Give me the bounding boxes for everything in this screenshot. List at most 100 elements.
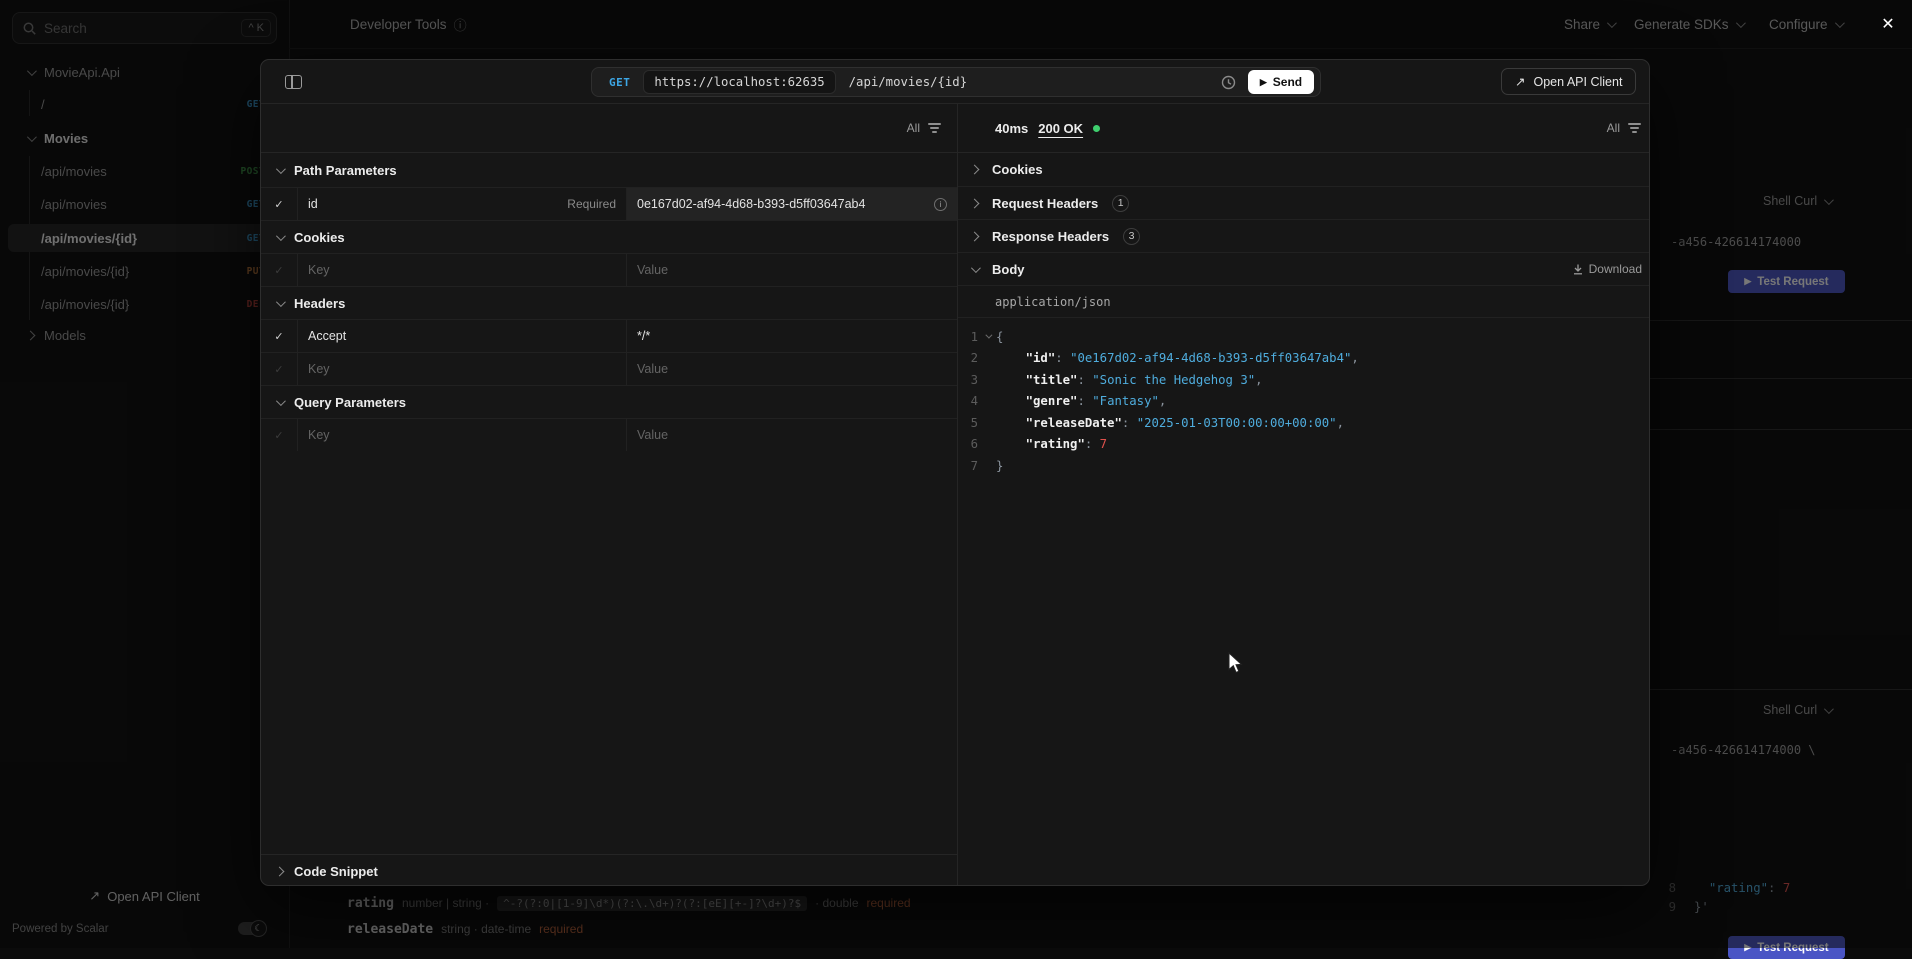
param-row-id: ✓ id Required 0e167d02-af94-4d68-b393-d5… [261, 187, 957, 220]
section-cookies[interactable]: Cookies [261, 220, 957, 253]
param-value-cell[interactable]: Value [626, 419, 957, 451]
response-body-code: 1{2 "id": "0e167d02-af94-4d68-b393-d5ff0… [958, 326, 1650, 477]
status-badge[interactable]: 200 OK [1038, 121, 1083, 136]
content-type-label: application/json [958, 285, 1650, 318]
filter-icon [1628, 123, 1641, 133]
param-value-cell[interactable]: Value [626, 254, 957, 286]
param-key-cell[interactable]: Key [297, 353, 626, 385]
section-response-headers[interactable]: Response Headers 3 [958, 219, 1650, 252]
chevron-down-icon [276, 297, 286, 307]
key-placeholder: Key [308, 428, 330, 442]
param-value-cell[interactable]: Value [626, 353, 957, 385]
section-title: Path Parameters [294, 163, 397, 178]
base-url-field[interactable]: https://localhost:62635 [643, 70, 835, 94]
value-placeholder: Value [637, 428, 668, 442]
request-pane: All Path Parameters ✓ id Required 0e167d… [261, 104, 957, 886]
chevron-right-icon [970, 165, 980, 175]
open-api-client-button[interactable]: ↗ Open API Client [1501, 68, 1636, 95]
section-query-parameters[interactable]: Query Parameters [261, 385, 957, 418]
chevron-down-icon [276, 396, 286, 406]
section-headers[interactable]: Headers [261, 286, 957, 319]
chevron-down-icon [276, 231, 286, 241]
param-row-empty: ✓ Key Value [261, 253, 957, 286]
chevron-right-icon [970, 198, 980, 208]
section-title: Query Parameters [294, 395, 406, 410]
path-field[interactable]: /api/movies/{id} [849, 75, 967, 89]
fold-chevron-icon[interactable] [978, 334, 996, 339]
key-placeholder: Key [308, 263, 330, 277]
section-code-snippet[interactable]: Code Snippet [261, 854, 957, 886]
api-client-modal: GET https://localhost:62635 /api/movies/… [260, 59, 1650, 886]
request-filter[interactable]: All [261, 104, 957, 153]
download-button[interactable]: Download [1573, 262, 1650, 276]
section-path-parameters[interactable]: Path Parameters [261, 154, 957, 187]
section-title: Body [992, 262, 1025, 277]
code-line: 1{ [958, 326, 1650, 348]
param-key-cell[interactable]: Key [297, 419, 626, 451]
value-placeholder: Value [637, 263, 668, 277]
count-badge: 1 [1112, 195, 1129, 212]
request-toolbar: GET https://localhost:62635 /api/movies/… [261, 60, 1649, 104]
response-duration: 40ms [995, 121, 1028, 136]
section-title: Code Snippet [294, 864, 378, 879]
code-line: 7} [958, 455, 1650, 477]
row-checkbox-unchecked[interactable]: ✓ [261, 419, 297, 451]
address-bar[interactable]: GET https://localhost:62635 /api/movies/… [591, 67, 1321, 97]
section-title: Cookies [992, 162, 1043, 177]
param-key-cell[interactable]: Key [297, 254, 626, 286]
info-icon[interactable]: i [934, 198, 947, 211]
download-label: Download [1589, 262, 1642, 276]
play-icon: ▶ [1260, 78, 1267, 87]
send-button[interactable]: ▶ Send [1248, 70, 1314, 94]
history-icon[interactable] [1221, 75, 1236, 90]
chevron-right-icon [275, 866, 285, 876]
download-icon [1573, 264, 1583, 275]
section-title: Response Headers [992, 229, 1109, 244]
filter-icon [928, 123, 941, 133]
open-api-client-label: Open API Client [1533, 75, 1622, 89]
param-key-cell[interactable]: Accept [297, 320, 626, 352]
param-row-empty: ✓ Key Value [261, 418, 957, 451]
param-value: */* [637, 329, 650, 343]
row-checkbox-unchecked[interactable]: ✓ [261, 254, 297, 286]
param-key: id [308, 197, 318, 211]
param-key-cell[interactable]: id Required [297, 188, 626, 220]
code-line: 2 "id": "0e167d02-af94-4d68-b393-d5ff036… [958, 348, 1650, 370]
section-title: Request Headers [992, 196, 1098, 211]
code-line: 5 "releaseDate": "2025-01-03T00:00:00+00… [958, 412, 1650, 434]
filter-all-label: All [1607, 121, 1620, 135]
param-value-cell[interactable]: */* [626, 320, 957, 352]
status-dot-icon [1093, 125, 1100, 132]
close-icon[interactable]: ✕ [1868, 0, 1908, 48]
param-value-cell[interactable]: 0e167d02-af94-4d68-b393-d5ff03647ab4 i [626, 188, 957, 220]
filter-all-label: All [907, 121, 920, 135]
value-placeholder: Value [637, 362, 668, 376]
section-response-cookies[interactable]: Cookies [958, 153, 1650, 186]
chevron-right-icon [970, 231, 980, 241]
app-root: Developer Tools ⓘ Share Generate SDKs Co… [0, 0, 1912, 948]
code-line: 4 "genre": "Fantasy", [958, 391, 1650, 413]
key-placeholder: Key [308, 362, 330, 376]
external-link-icon: ↗ [1515, 74, 1525, 89]
section-request-headers[interactable]: Request Headers 1 [958, 186, 1650, 219]
param-key: Accept [308, 329, 346, 343]
row-checkbox-checked[interactable]: ✓ [261, 188, 297, 220]
sidebar-toggle-icon[interactable] [285, 75, 302, 89]
response-filter[interactable]: All [1607, 121, 1641, 135]
count-badge: 3 [1123, 228, 1140, 245]
param-row-empty: ✓ Key Value [261, 352, 957, 385]
response-pane: 40ms 200 OK All Cookies Request Headers … [957, 104, 1650, 886]
response-meta-bar: 40ms 200 OK All [958, 104, 1650, 153]
param-row-accept: ✓ Accept */* [261, 319, 957, 352]
chevron-down-icon [971, 263, 981, 273]
code-line: 6 "rating": 7 [958, 434, 1650, 456]
method-badge-get: GET [592, 76, 643, 89]
section-title: Headers [294, 296, 345, 311]
required-label: Required [567, 197, 616, 211]
send-label: Send [1273, 75, 1302, 89]
section-body[interactable]: Body Download [958, 252, 1650, 285]
code-line: 3 "title": "Sonic the Hedgehog 3", [958, 369, 1650, 391]
row-checkbox-unchecked[interactable]: ✓ [261, 353, 297, 385]
section-title: Cookies [294, 230, 345, 245]
row-checkbox-checked[interactable]: ✓ [261, 320, 297, 352]
